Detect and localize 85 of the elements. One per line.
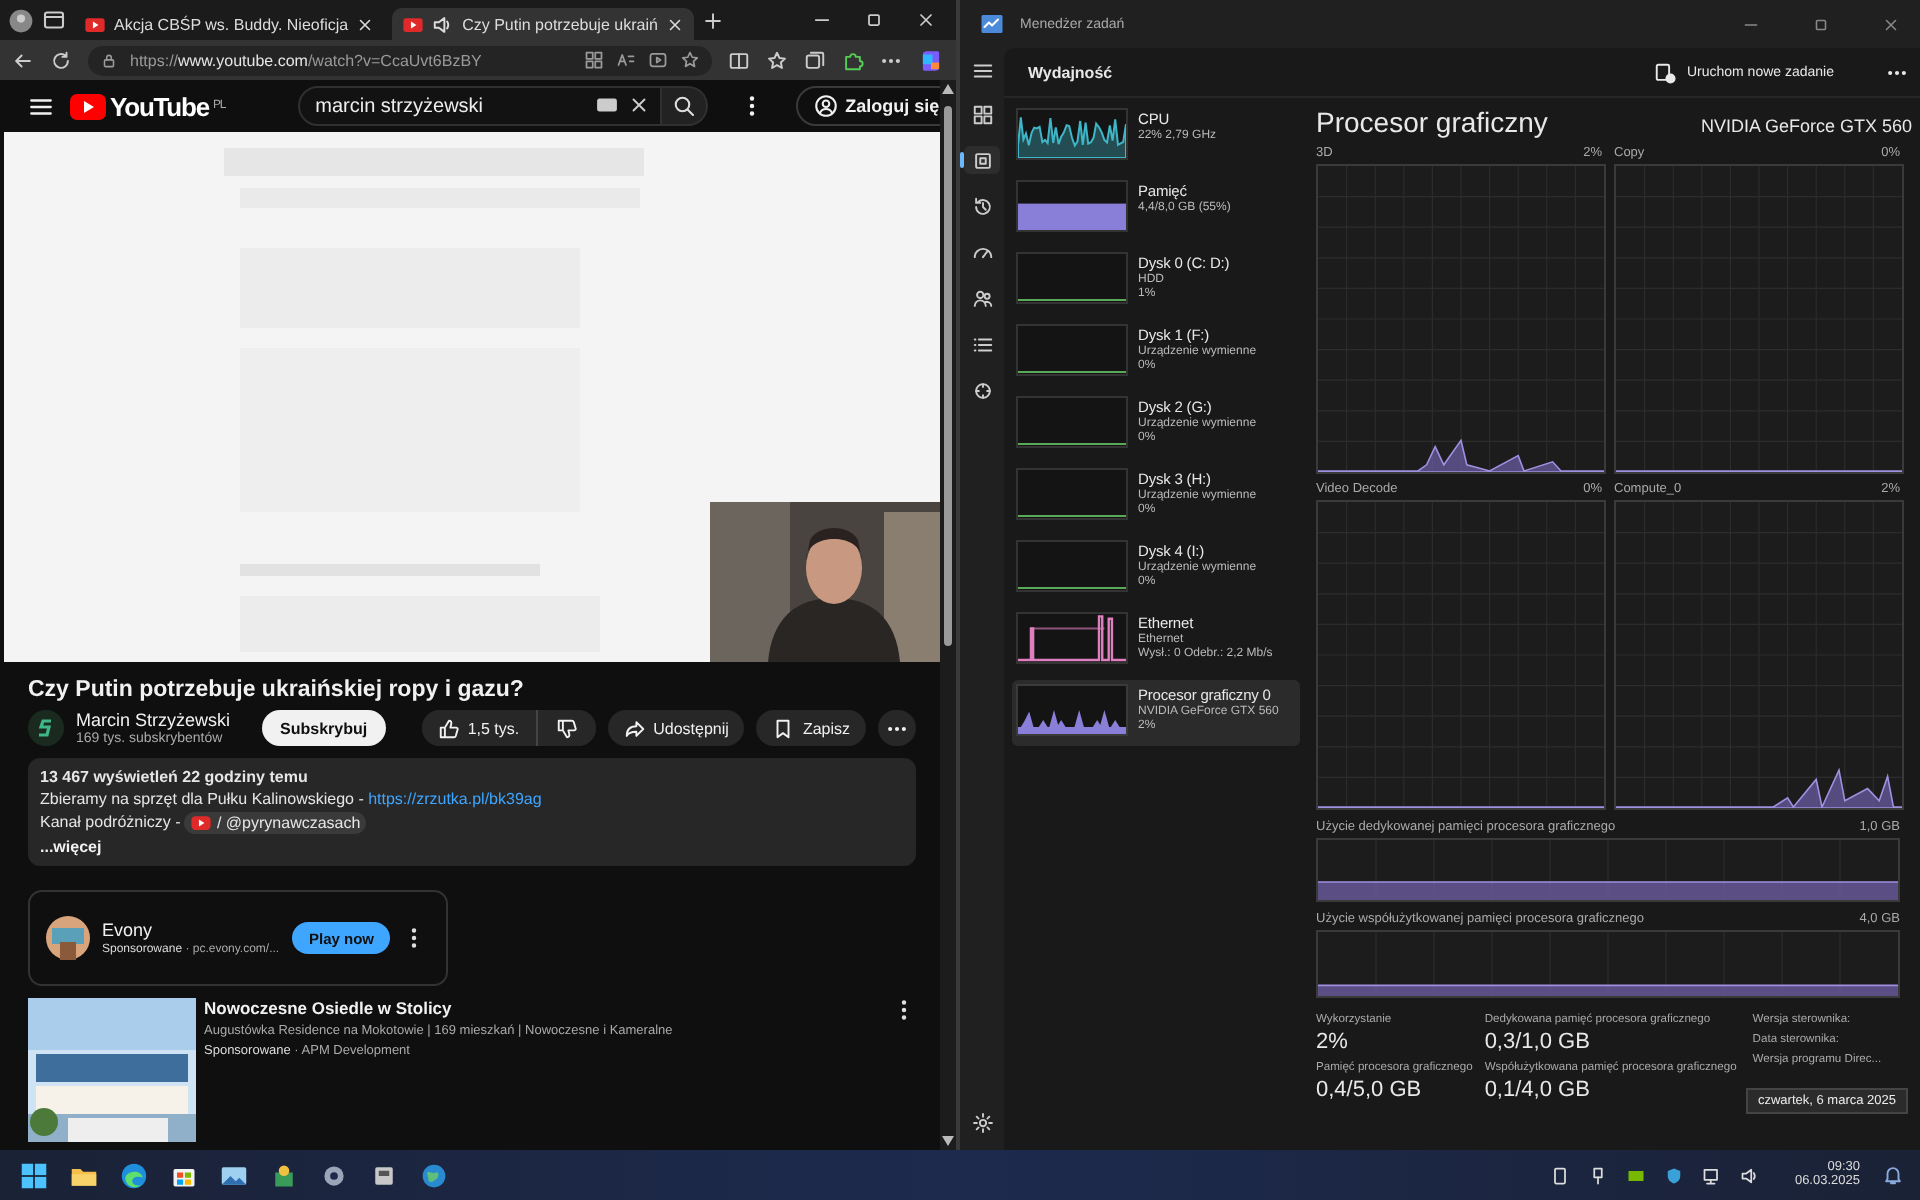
favorites-icon[interactable]: [766, 49, 788, 71]
keyboard-icon[interactable]: [595, 94, 618, 116]
tab-actions-icon[interactable]: [42, 8, 66, 32]
youtube-logo[interactable]: YouTube$^{PL}$: [70, 91, 226, 121]
settings-icon[interactable]: [320, 1161, 348, 1189]
photos-icon[interactable]: [220, 1161, 248, 1189]
settings-icon[interactable]: [971, 1112, 993, 1134]
show-more-link[interactable]: ...więcej: [40, 838, 904, 856]
favorite-icon[interactable]: [680, 50, 700, 70]
advertiser-avatar: [46, 916, 90, 960]
network-icon[interactable]: [1702, 1165, 1723, 1185]
scroll-down-icon[interactable]: [942, 1136, 954, 1146]
search-icon: [671, 94, 696, 118]
thumbs-up-icon: [437, 717, 460, 739]
volume-icon[interactable]: [1740, 1165, 1761, 1185]
performance-icon[interactable]: [964, 146, 1000, 174]
start-icon[interactable]: [20, 1161, 48, 1189]
share-button[interactable]: Udostępnij: [607, 710, 745, 746]
tablet-icon[interactable]: [1550, 1165, 1571, 1185]
app-icon[interactable]: [370, 1161, 398, 1189]
back-icon[interactable]: [12, 49, 34, 71]
security-icon[interactable]: [1664, 1165, 1685, 1185]
site-icon: [84, 13, 106, 35]
close-icon[interactable]: [916, 10, 936, 30]
share-icon: [623, 717, 646, 739]
device-name: NVIDIA GeForce GTX 560: [1700, 116, 1912, 136]
page-title: Wydajność: [1028, 63, 1113, 81]
channel-link[interactable]: / @pyrynawczasach: [184, 812, 367, 834]
split-screen-icon[interactable]: [728, 49, 750, 71]
play-icon[interactable]: [648, 50, 668, 70]
description-line: Kanał podróżniczy - / @pyrynawczasach: [40, 812, 904, 834]
user-icon: [813, 94, 838, 118]
menu-icon[interactable]: [28, 93, 54, 119]
globe-icon[interactable]: [420, 1161, 448, 1189]
scroll-up-icon[interactable]: [942, 84, 954, 94]
site-icon: [402, 13, 425, 35]
browser-tab[interactable]: Czy Putin potrzebuje ukraiń: [392, 8, 694, 40]
description-link[interactable]: https://zrzutka.pl/bk39ag: [368, 790, 542, 808]
new-task-icon: [1654, 61, 1677, 83]
stat-value: 2%: [1316, 1030, 1350, 1054]
search-button[interactable]: [661, 86, 708, 126]
thumbs-down-icon: [555, 717, 578, 739]
play-icon: [190, 812, 213, 834]
browser-tab[interactable]: Akcja CBŚP ws. Buddy. Nieoficja: [74, 8, 385, 40]
gpu-icon[interactable]: [1626, 1165, 1647, 1185]
description-box[interactable]: 13 467 wyświetleń 22 godziny temu Zbieramy na sprzęt dla Pułku Kalinowskiego - https://zrzutka.pl/bk39ag Kanał podróżniczy - / @pyrynawczasach ...więcej: [28, 758, 916, 866]
clear-icon[interactable]: [627, 94, 650, 116]
detail-title: Procesor graficzny: [1316, 106, 1548, 138]
bookmark-icon: [772, 717, 795, 739]
stat-value: 0,3/1,0 GB: [1484, 1030, 1592, 1054]
task-manager-icon: [980, 12, 1004, 36]
maximize-icon[interactable]: [864, 10, 884, 30]
more-button[interactable]: [878, 710, 916, 746]
browser-icon[interactable]: [120, 1161, 148, 1189]
read-aloud-icon[interactable]: [616, 50, 636, 70]
address-bar[interactable]: https://www.youtube.com/watch?v=CcaUvt6BzBY: [88, 45, 712, 75]
subscribe-button[interactable]: Subskrybuj: [262, 710, 386, 746]
search-field[interactable]: marcin strzyżewski: [297, 86, 662, 126]
speaker-icon[interactable]: [432, 13, 455, 35]
app-icon[interactable]: [584, 50, 604, 70]
lock-icon: [100, 51, 118, 69]
refresh-icon[interactable]: [50, 49, 72, 71]
new-tab-icon[interactable]: [701, 9, 724, 31]
close-icon[interactable]: [665, 15, 684, 33]
ad-title: Evony: [102, 920, 155, 940]
app-icon[interactable]: [270, 1161, 298, 1189]
view-stats: 13 467 wyświetleń 22 godziny temu: [40, 768, 310, 786]
stat-value: 0,1/4,0 GB: [1484, 1078, 1592, 1102]
video-title: Czy Putin potrzebuje ukraińskiej ropy i gazu?: [28, 678, 526, 702]
extension-icon[interactable]: [842, 49, 864, 71]
maximize-icon[interactable]: [1812, 15, 1830, 33]
description-line: Zbieramy na sprzęt dla Pułku Kalinowskiego - https://zrzutka.pl/bk39ag: [40, 790, 544, 808]
scrollbar[interactable]: [940, 80, 956, 1150]
copilot-icon[interactable]: [918, 47, 944, 73]
collections-icon[interactable]: [804, 49, 826, 71]
close-icon[interactable]: [356, 15, 375, 33]
dislike-button[interactable]: [535, 710, 596, 746]
profile-avatar[interactable]: [8, 7, 34, 33]
ad-title[interactable]: Nowoczesne Osiedle w Stolicy: [204, 998, 884, 1018]
notification-icon[interactable]: [1882, 1164, 1904, 1186]
stat-value: 0,4/5,0 GB: [1316, 1078, 1424, 1102]
menu-icon[interactable]: [971, 60, 993, 82]
channel-name[interactable]: Marcin Strzyżewski: [76, 710, 231, 730]
usb-icon[interactable]: [1588, 1165, 1609, 1185]
save-button[interactable]: Zapisz: [756, 710, 866, 746]
